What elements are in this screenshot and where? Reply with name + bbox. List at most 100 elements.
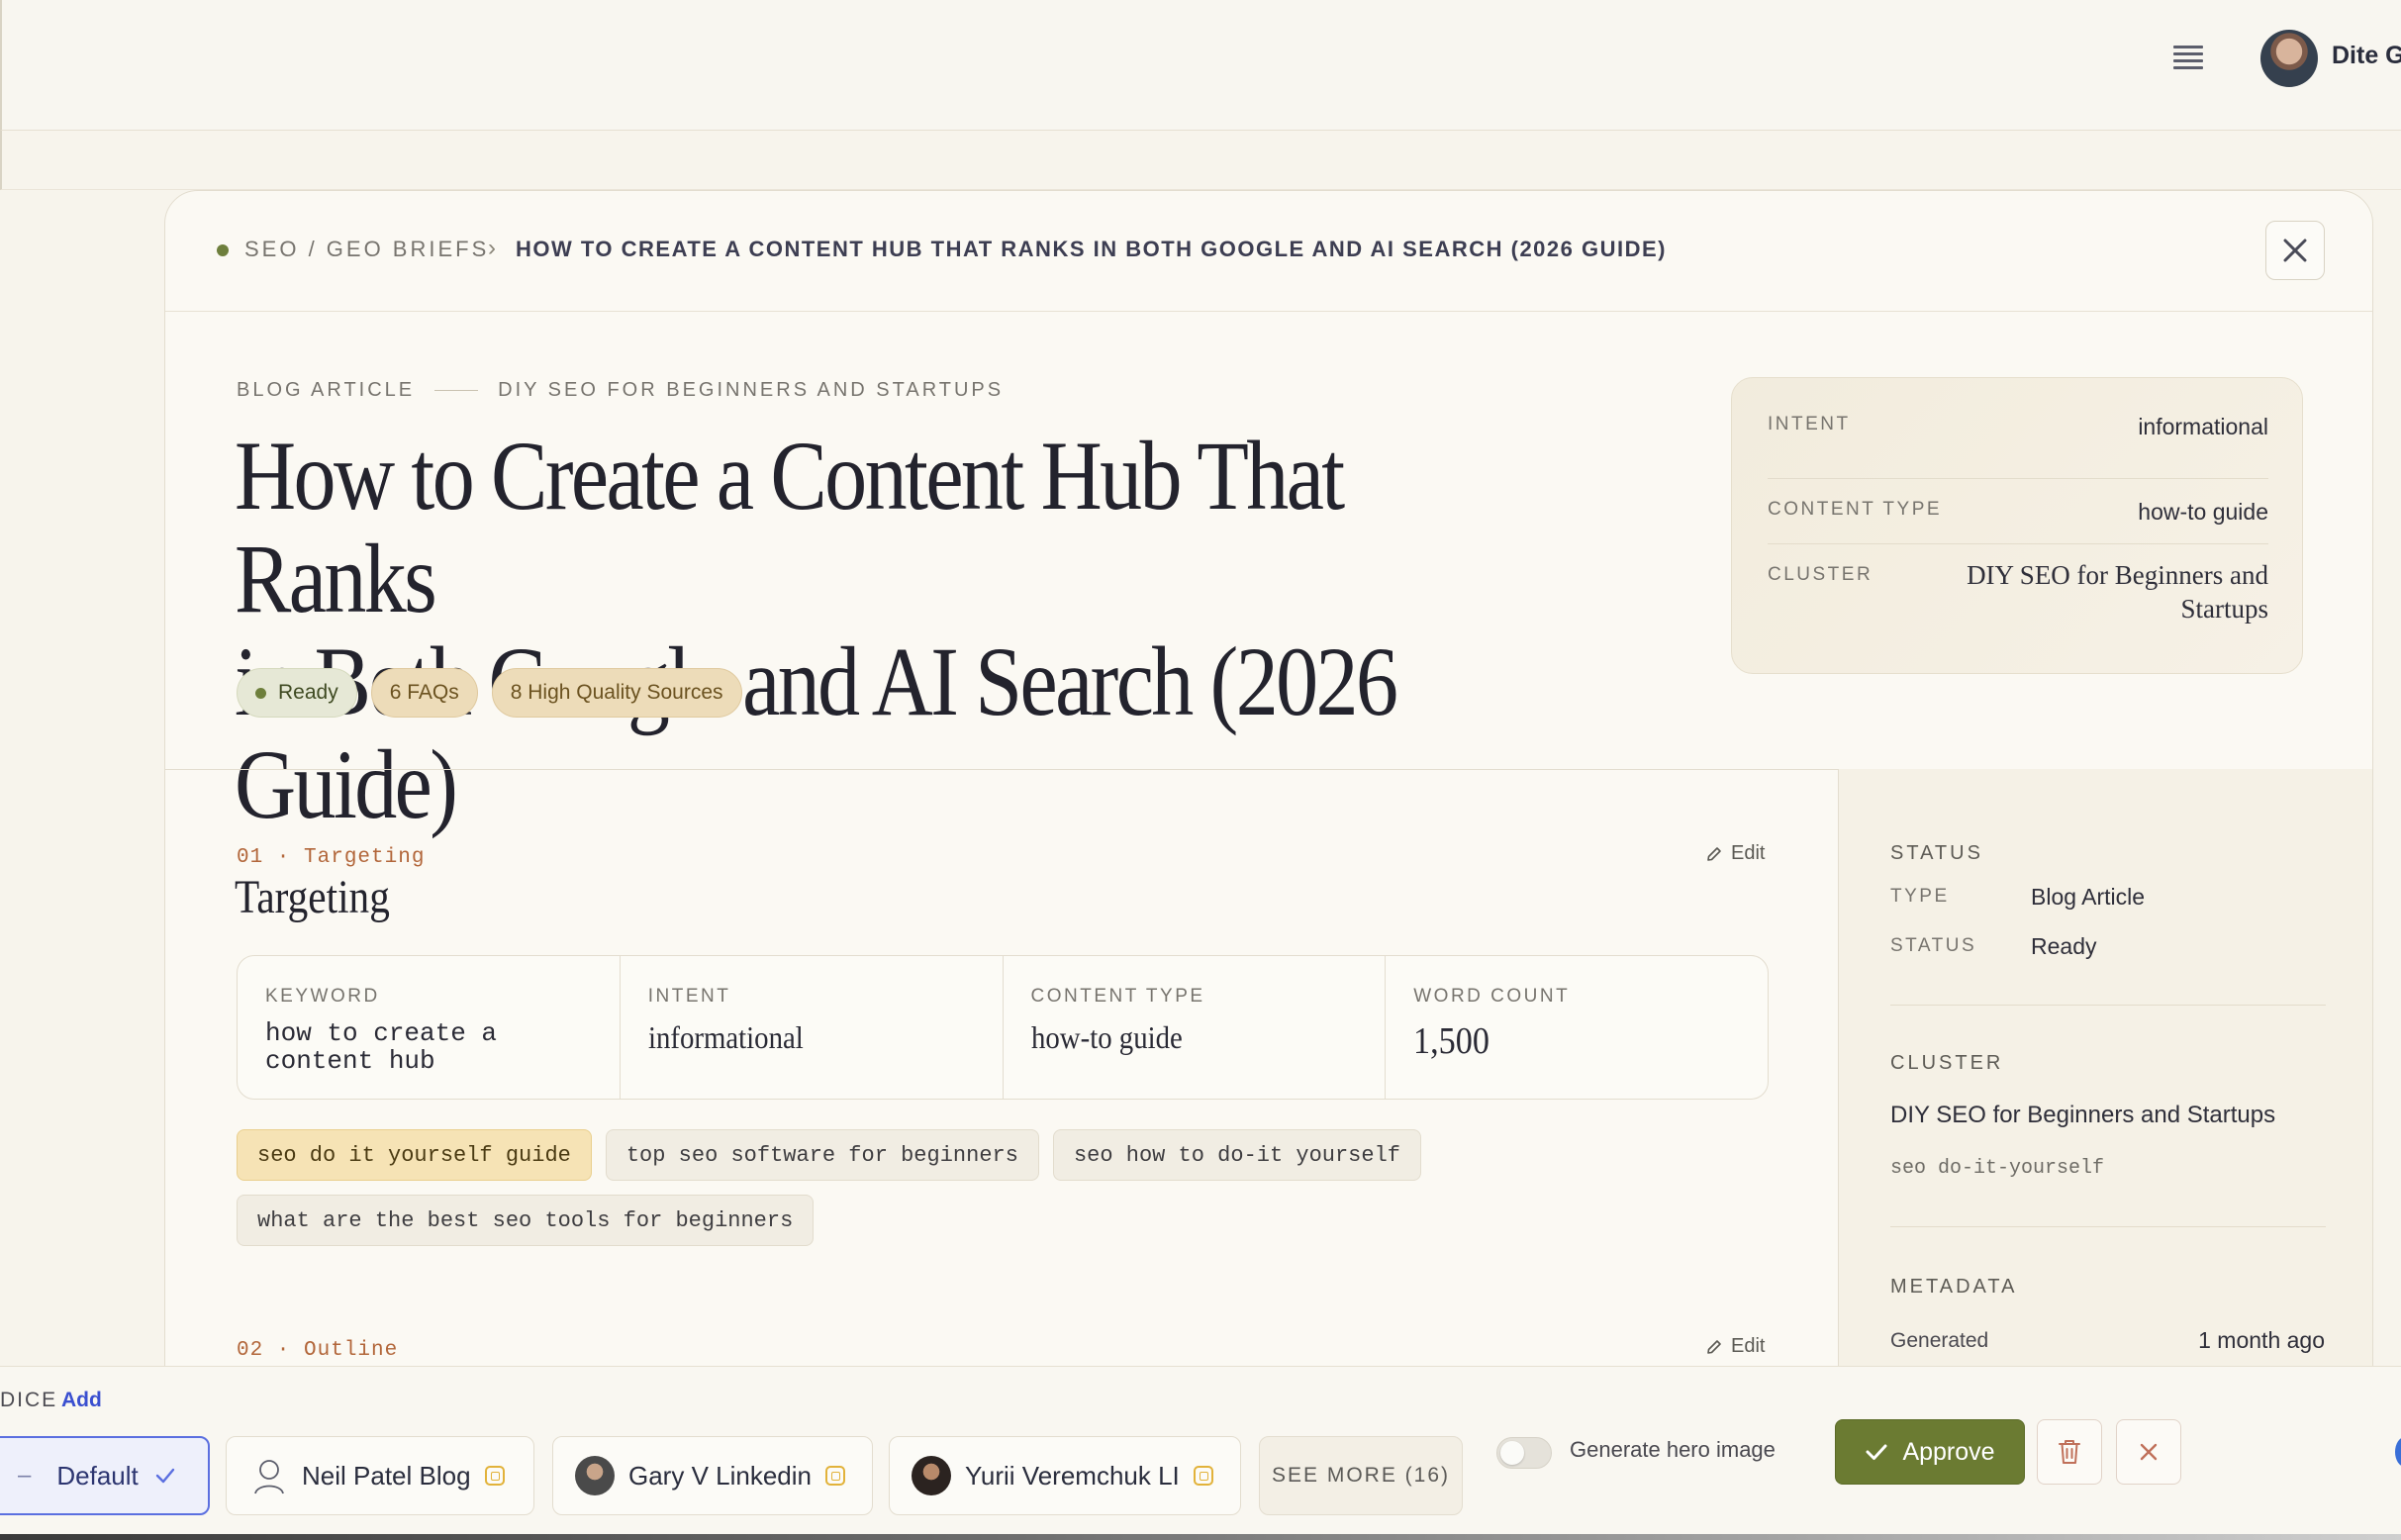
hero-image-toggle-label: Generate hero image	[1570, 1437, 1776, 1462]
pencil-icon	[1707, 1339, 1721, 1354]
metric-keyword-line-1: how to create a	[265, 1018, 498, 1048]
voice-badge-icon	[484, 1466, 505, 1486]
metric-content-type-key: CONTENT TYPE	[1030, 986, 1205, 1007]
ready-badge-label: Ready	[278, 681, 338, 704]
metric-intent-key: INTENT	[647, 986, 731, 1007]
close-icon	[2283, 239, 2307, 262]
metric-keyword: KEYWORD how to create a content hub	[238, 956, 621, 1099]
summary-cluster-line-2: Startups	[2180, 594, 2268, 624]
keyword-chip[interactable]: seo do it yourself guide	[237, 1129, 592, 1181]
check-icon	[1866, 1444, 1887, 1460]
keyword-chip[interactable]: what are the best seo tools for beginner…	[237, 1195, 815, 1246]
summary-intent-key: INTENT	[1768, 414, 1851, 434]
voice-option-label: Default	[56, 1460, 139, 1491]
outline-edit-label: Edit	[1731, 1335, 1766, 1357]
voice-avatar	[575, 1456, 615, 1495]
keyword-chip[interactable]: seo how to do-it yourself	[1052, 1129, 1421, 1181]
keyword-chip[interactable]: top seo software for beginners	[605, 1129, 1039, 1181]
close-icon	[2140, 1443, 2158, 1461]
metric-keyword-key: KEYWORD	[265, 986, 380, 1007]
status-dot	[217, 244, 229, 256]
sidebar-generated-value: 1 month ago	[2198, 1327, 2325, 1353]
eyebrow-rule	[434, 390, 479, 391]
voice-option-gary-v[interactable]: Gary V Linkedin	[552, 1436, 873, 1515]
sidebar-divider	[1890, 1226, 2326, 1227]
targeting-edit-label: Edit	[1731, 842, 1766, 864]
brief-modal: SEO / GEO BRIEFS › HOW TO CREATE A CONTE…	[164, 190, 2373, 1540]
metric-content-type: CONTENT TYPE how-to guide	[1004, 956, 1387, 1099]
summary-cluster-value: DIY SEO for Beginners and Startups	[1967, 558, 2268, 626]
ready-dot	[255, 687, 266, 699]
person-outline-icon	[254, 1460, 284, 1494]
targeting-metrics: KEYWORD how to create a content hub INTE…	[237, 955, 1769, 1100]
ready-badge: Ready	[237, 668, 357, 718]
outline-section-number: 02 · Outline	[237, 1339, 399, 1362]
sidebar-metadata-heading: METADATA	[1890, 1276, 2018, 1298]
delete-button[interactable]	[2037, 1419, 2102, 1485]
avatar[interactable]	[2260, 30, 2318, 87]
close-button[interactable]	[2265, 221, 2325, 280]
summary-content-type-row: CONTENT TYPE how-to guide	[1768, 479, 2268, 544]
outline-edit-button[interactable]: Edit	[1705, 1335, 1765, 1358]
menu-icon[interactable]	[2169, 40, 2207, 77]
breadcrumb-root[interactable]: SEO / GEO BRIEFS	[244, 237, 489, 262]
metric-word-count-key: WORD COUNT	[1413, 986, 1571, 1007]
approve-button[interactable]: Approve	[1835, 1419, 2025, 1485]
sub-bar	[0, 131, 2401, 190]
sidebar-divider	[1890, 1005, 2326, 1006]
voice-avatar	[912, 1456, 951, 1495]
top-bar: Dite Ga	[0, 0, 2401, 131]
sidebar-cluster-name[interactable]: DIY SEO for Beginners and Startups	[1890, 1102, 2275, 1129]
sidebar-cluster-keyword: seo do-it-yourself	[1890, 1157, 2105, 1180]
metric-keyword-line-2: content hub	[265, 1046, 435, 1076]
metric-keyword-value: how to create a content hub	[265, 1019, 513, 1075]
user-name[interactable]: Dite Ga	[2332, 42, 2401, 70]
summary-cluster-key: CLUSTER	[1768, 564, 1873, 585]
sidebar-status-key: STATUS	[1890, 935, 1977, 956]
page-title-line-1: How to Create a Content Hub That Ranks	[235, 421, 1345, 633]
voice-option-default[interactable]: – Default	[0, 1436, 210, 1515]
voice-option-yurii[interactable]: Yurii Veremchuk LI	[889, 1436, 1241, 1515]
type-label: BLOG ARTICLE	[237, 379, 416, 401]
breadcrumb: SEO / GEO BRIEFS › HOW TO CREATE A CONTE…	[165, 191, 2372, 312]
sidebar-type-key: TYPE	[1890, 886, 1950, 907]
voice-badge-icon	[1193, 1466, 1213, 1486]
voice-badge-icon	[824, 1466, 845, 1486]
targeting-edit-button[interactable]: Edit	[1705, 842, 1765, 865]
metric-word-count-value: 1,500	[1413, 1020, 1490, 1062]
summary-intent-row: INTENT informational	[1768, 414, 2268, 479]
pencil-icon	[1707, 846, 1721, 861]
sidebar-cluster-heading: CLUSTER	[1890, 1052, 2004, 1074]
metric-word-count: WORD COUNT 1,500	[1386, 956, 1768, 1099]
metric-intent-value: informational	[647, 1019, 804, 1055]
summary-cluster-line-1: DIY SEO for Beginners and	[1967, 560, 2268, 590]
voice-option-neil-patel[interactable]: Neil Patel Blog	[226, 1436, 534, 1515]
summary-content-type-key: CONTENT TYPE	[1768, 499, 1943, 520]
toggle-knob	[1500, 1441, 1524, 1465]
hero-eyebrow: BLOG ARTICLE DIY SEO FOR BEGINNERS AND S…	[237, 379, 1004, 402]
summary-content-type-value: how-to guide	[2138, 499, 2268, 525]
window-bottom-edge	[0, 1534, 2401, 1540]
breadcrumb-separator: ›	[488, 235, 496, 261]
sidebar-status-heading: STATUS	[1890, 842, 1983, 864]
hero-image-toggle[interactable]	[1496, 1437, 1552, 1469]
keyword-chips: seo do it yourself guide top seo softwar…	[237, 1129, 1622, 1246]
trash-icon	[2059, 1440, 2080, 1464]
sidebar-generated-key: Generated	[1890, 1329, 1989, 1352]
see-more-voices-button[interactable]: SEE MORE (16)	[1259, 1436, 1463, 1515]
status-pills: Ready 6 FAQs 8 High Quality Sources	[237, 668, 742, 718]
targeting-section-title: Targeting	[235, 871, 390, 923]
reject-button[interactable]	[2116, 1419, 2181, 1485]
voice-option-label: Gary V Linkedin	[628, 1460, 812, 1491]
faqs-badge: 6 FAQs	[370, 668, 478, 718]
page-title: How to Create a Content Hub That Ranks i…	[235, 425, 1443, 836]
cluster-label: DIY SEO FOR BEGINNERS AND STARTUPS	[498, 379, 1005, 401]
summary-cluster-row: CLUSTER DIY SEO for Beginners and Startu…	[1768, 544, 2268, 643]
targeting-section-number: 01 · Targeting	[237, 846, 426, 869]
page-title-line-2: in Both Google and AI Search (2026 Guide…	[235, 626, 1398, 839]
add-voice-link[interactable]: Add	[61, 1389, 102, 1412]
sidebar-status-value: Ready	[2031, 933, 2097, 959]
breadcrumb-current: HOW TO CREATE A CONTENT HUB THAT RANKS I…	[516, 237, 1667, 261]
sources-badge: 8 High Quality Sources	[491, 668, 742, 718]
minus-icon: –	[18, 1462, 32, 1489]
